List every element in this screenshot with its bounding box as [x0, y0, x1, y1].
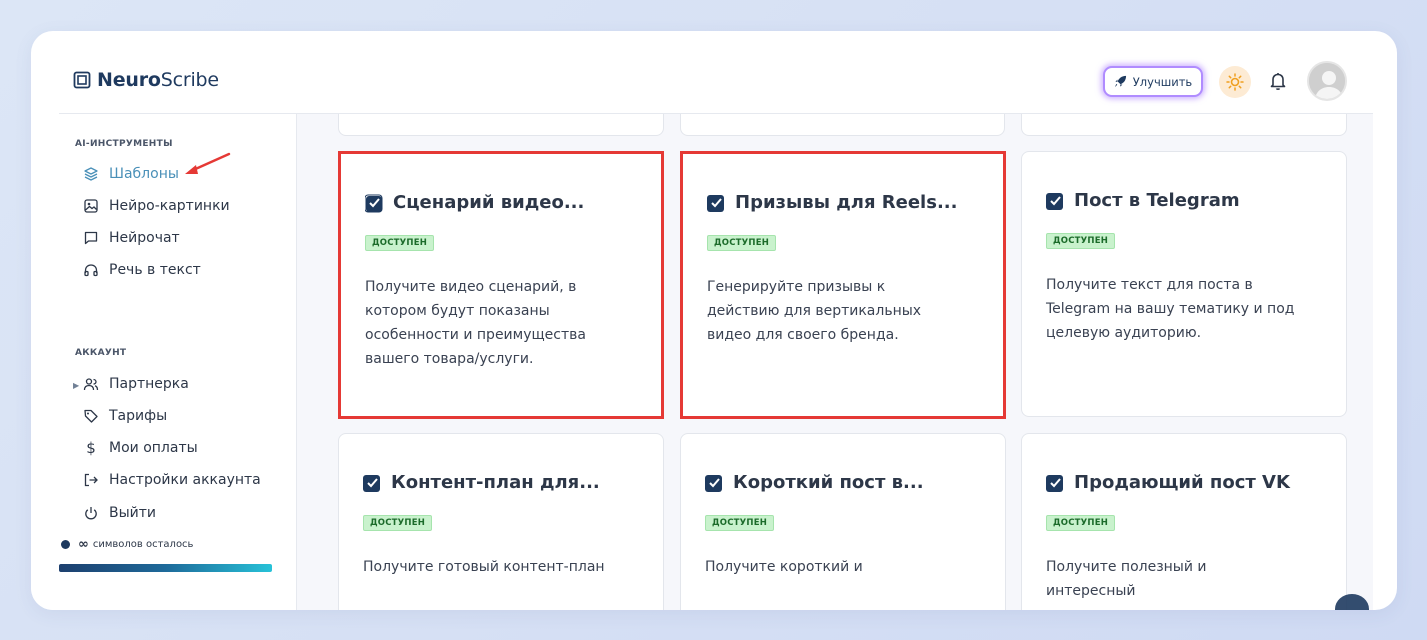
- card-title: Контент-план для...: [363, 472, 600, 493]
- sidebar-item-label: Тарифы: [109, 408, 168, 424]
- checkbox-icon: [365, 194, 383, 212]
- rocket-icon: [1114, 75, 1126, 88]
- status-badge: ДОСТУПЕН: [707, 235, 777, 251]
- user-avatar-icon: [1309, 63, 1345, 99]
- status-badge: ДОСТУПЕН: [365, 235, 435, 251]
- checkbox-icon: [705, 474, 722, 492]
- status-badge: ДОСТУПЕН: [1046, 515, 1116, 531]
- templates-grid: Сценарий видео... ДОСТУПЕН Получите виде…: [297, 114, 1373, 610]
- sidebar-item-label: Настройки аккаунта: [109, 472, 261, 488]
- bell-icon[interactable]: [1267, 70, 1289, 92]
- chat-icon: [83, 230, 99, 246]
- sidebar-item-account-settings[interactable]: Настройки аккаунта: [83, 472, 261, 488]
- status-dot: [61, 540, 70, 549]
- card-title-text: Призывы для Reels...: [735, 192, 958, 213]
- sidebar-item-partners[interactable]: Партнерка: [83, 376, 189, 392]
- status-badge: ДОСТУПЕН: [363, 515, 433, 531]
- sidebar-item-tariffs[interactable]: Тарифы: [83, 408, 167, 424]
- card-title: Сценарий видео...: [365, 192, 584, 213]
- sidebar-item-label: Нейрочат: [109, 230, 180, 246]
- status-badge: ДОСТУПЕН: [1046, 233, 1116, 249]
- card-title-text: Продающий пост VK: [1074, 472, 1290, 493]
- card-title: Призывы для Reels...: [707, 192, 957, 213]
- card-title-text: Сценарий видео...: [393, 192, 585, 213]
- app-window: NeuroScribe Улучшить AI-ИНСТРУМЕНТЫ Шабл…: [31, 31, 1397, 610]
- template-card[interactable]: Продающий пост VK ДОСТУПЕН Получите поле…: [1021, 433, 1347, 610]
- template-card[interactable]: Короткий пост в... ДОСТУПЕН Получите кор…: [680, 433, 1006, 610]
- card-description: Получите видео сценарий, в котором будут…: [365, 279, 586, 367]
- sidebar-item-templates[interactable]: Шаблоны: [83, 166, 179, 182]
- section-label-ai-tools: AI-ИНСТРУМЕНТЫ: [75, 139, 173, 149]
- sidebar: AI-ИНСТРУМЕНТЫ Шаблоны Нейро-картинки Не…: [31, 114, 297, 610]
- tag-icon: [83, 408, 99, 424]
- sidebar-item-neurochat[interactable]: Нейрочат: [83, 230, 180, 246]
- sidebar-item-neuro-images[interactable]: Нейро-картинки: [83, 198, 230, 214]
- card-description: Получите готовый контент-план: [363, 559, 605, 575]
- symbols-label: символов осталось: [92, 539, 194, 550]
- sidebar-item-label: Партнерка: [109, 376, 189, 392]
- card-description: Получите короткий и: [705, 559, 863, 575]
- sun-icon: [1226, 73, 1244, 91]
- sidebar-item-label: Шаблоны: [109, 166, 179, 182]
- sidebar-item-logout[interactable]: Выйти: [83, 505, 156, 521]
- card-description: Получите текст для поста в Telegram на в…: [1046, 277, 1295, 341]
- symbols-value: ∞: [78, 537, 89, 552]
- logo-icon: [73, 71, 91, 89]
- sidebar-item-payments[interactable]: $ Мои оплаты: [83, 439, 198, 457]
- card-description: Получите полезный и интересный: [1046, 559, 1207, 599]
- annotation-arrow-icon: [185, 152, 231, 174]
- layers-icon: [83, 166, 99, 182]
- sidebar-item-label: Нейро-картинки: [109, 198, 230, 214]
- expand-caret-icon[interactable]: ▶: [73, 381, 79, 390]
- avatar[interactable]: [1307, 61, 1347, 101]
- card-title-text: Пост в Telegram: [1074, 190, 1240, 211]
- sidebar-item-label: Мои оплаты: [109, 440, 198, 456]
- status-badge: ДОСТУПЕН: [705, 515, 775, 531]
- top-header: NeuroScribe Улучшить: [31, 31, 1397, 114]
- symbols-remaining: ∞ символов осталось: [61, 537, 193, 552]
- logo-text: NeuroScribe: [97, 69, 219, 91]
- upgrade-label: Улучшить: [1132, 74, 1193, 89]
- sidebar-item-speech-to-text[interactable]: Речь в текст: [83, 262, 201, 278]
- card-partial[interactable]: [338, 114, 664, 136]
- users-icon: [83, 376, 99, 392]
- card-title: Короткий пост в...: [705, 472, 924, 493]
- sidebar-item-label: Речь в текст: [109, 262, 201, 278]
- card-partial[interactable]: [1021, 114, 1347, 136]
- theme-toggle-button[interactable]: [1219, 66, 1251, 98]
- checkbox-icon: [1046, 192, 1063, 210]
- card-partial[interactable]: [680, 114, 1005, 136]
- card-title: Пост в Telegram: [1046, 190, 1240, 211]
- power-icon: [83, 505, 99, 521]
- checkbox-icon: [1046, 474, 1063, 492]
- dollar-icon: $: [86, 439, 96, 457]
- checkbox-icon: [363, 474, 380, 492]
- card-title-text: Короткий пост в...: [733, 472, 924, 493]
- template-card[interactable]: Пост в Telegram ДОСТУПЕН Получите текст …: [1021, 151, 1347, 417]
- checkbox-icon: [707, 194, 724, 212]
- template-card[interactable]: Призывы для Reels... ДОСТУПЕН Генерируйт…: [680, 151, 1006, 419]
- card-title: Продающий пост VK: [1046, 472, 1290, 493]
- upgrade-button[interactable]: Улучшить: [1103, 66, 1203, 97]
- logout-arrow-icon: [83, 472, 99, 488]
- image-icon: [83, 198, 99, 214]
- template-card[interactable]: Сценарий видео... ДОСТУПЕН Получите виде…: [338, 151, 664, 419]
- card-description: Генерируйте призывы к действию для верти…: [707, 279, 922, 343]
- symbols-progress-bar: [59, 564, 272, 572]
- template-card[interactable]: Контент-план для... ДОСТУПЕН Получите го…: [338, 433, 664, 610]
- sidebar-item-label: Выйти: [109, 505, 157, 521]
- card-title-text: Контент-план для...: [391, 472, 600, 493]
- section-label-account: АККАУНТ: [75, 348, 127, 358]
- headphones-icon: [83, 262, 99, 278]
- logo[interactable]: NeuroScribe: [73, 69, 219, 91]
